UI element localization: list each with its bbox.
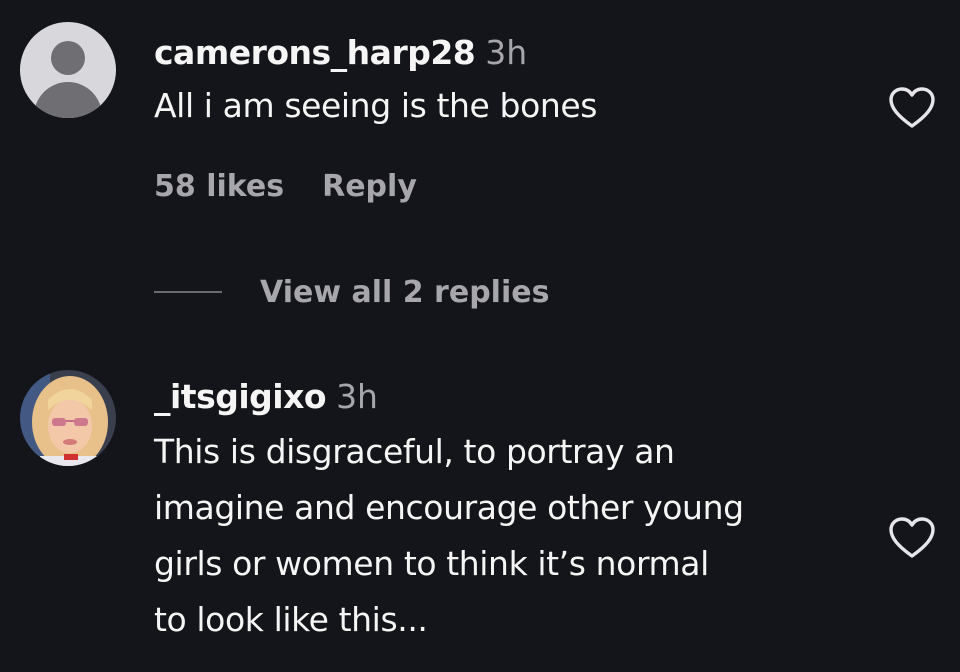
- comment-text-line: imagine and encourage other young: [154, 488, 744, 527]
- username[interactable]: camerons_harp28: [154, 33, 476, 72]
- comment-text-line: This is disgraceful, to portray an: [154, 432, 675, 471]
- default-avatar[interactable]: [20, 22, 116, 118]
- like-count[interactable]: 58 likes: [154, 169, 284, 204]
- replies-divider: [154, 291, 222, 293]
- view-replies-link[interactable]: View all 2 replies: [260, 275, 549, 310]
- timestamp: 3h: [485, 33, 528, 72]
- comment-meta: _itsgigixo 3h: [154, 380, 378, 413]
- user-avatar[interactable]: [20, 370, 116, 466]
- comment-text: All i am seeing is the bones: [154, 86, 598, 125]
- timestamp: 3h: [336, 377, 378, 416]
- avatar-head-shape: [51, 41, 85, 75]
- comment-actions: 58 likes Reply: [154, 172, 417, 202]
- comment-item: _itsgigixo 3h This is disgraceful, to por…: [0, 340, 960, 672]
- avatar-shoulders-shape: [34, 82, 102, 118]
- username[interactable]: _itsgigixo: [154, 377, 327, 416]
- comment-text-line: girls or women to think it’s normal: [154, 544, 709, 583]
- reply-button[interactable]: Reply: [322, 169, 417, 204]
- avatar-portrait-image: [20, 370, 116, 466]
- view-replies-row[interactable]: View all 2 replies: [154, 270, 549, 314]
- heart-icon[interactable]: [888, 516, 936, 560]
- heart-icon[interactable]: [888, 86, 936, 130]
- comment-text: This is disgraceful, to portray an imagi…: [154, 424, 854, 648]
- comment-meta: camerons_harp28 3h: [154, 36, 527, 69]
- comment-item: camerons_harp28 3h All i am seeing is the…: [0, 0, 960, 330]
- comment-text-line: to look like this...: [154, 600, 428, 639]
